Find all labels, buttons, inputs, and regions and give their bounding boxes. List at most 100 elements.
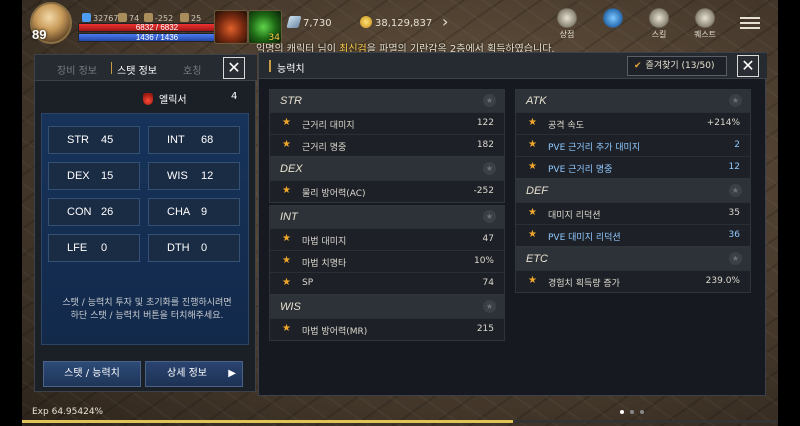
ability-value: 239.0% — [705, 276, 740, 286]
stat-con: CON 26 — [48, 198, 140, 226]
detail-info-button[interactable]: 상세 정보 ▶ — [145, 361, 243, 387]
weight-icon — [180, 13, 189, 22]
favorite-star-icon[interactable]: ★ — [282, 117, 291, 128]
key-icon — [118, 13, 127, 22]
favorite-star-icon[interactable]: ★ — [528, 275, 537, 286]
close-left-panel-button[interactable]: ✕ — [223, 57, 245, 79]
favorite-star-icon[interactable]: ★ — [282, 139, 291, 150]
elixir-label: 엘릭서 — [143, 91, 187, 106]
elixir-count: 4 — [231, 91, 238, 102]
ability-row: ★ 근거리 명중 182 — [270, 134, 504, 156]
ability-value: -252 — [473, 186, 494, 196]
chevron-right-icon[interactable]: › — [442, 12, 448, 31]
section-title: ETC — [526, 253, 548, 265]
shop-button[interactable]: 상점 — [550, 8, 584, 40]
ability-value: +214% — [706, 118, 740, 128]
stat-str: STR 45 — [48, 126, 140, 154]
favorite-star-icon[interactable]: ★ — [528, 117, 537, 128]
ability-panel-header: 능력치 ✔ 즐겨찾기 (13/50) — [259, 53, 767, 79]
ability-value: 182 — [476, 140, 494, 150]
favorites-button[interactable]: ✔ 즐겨찾기 (13/50) — [627, 56, 727, 76]
hp-bar: 6832 / 6832 — [78, 23, 236, 32]
ability-value: 215 — [476, 324, 494, 334]
tab-equipment-info[interactable]: 장비 정보 — [57, 62, 97, 77]
event-button[interactable] — [596, 8, 630, 29]
ability-label: 마법 치명타 — [302, 259, 347, 269]
section-header: WIS ★ — [270, 296, 504, 318]
shop-icon — [556, 8, 578, 28]
favorite-star-icon[interactable]: ★ — [282, 323, 291, 334]
play-arrow-icon: ▶ — [228, 368, 236, 379]
close-icon: ✕ — [227, 58, 241, 77]
ability-section-etc: ETC ★ ★ 경험치 획득량 증가 239.0% — [515, 247, 751, 293]
quest-button[interactable]: 퀘스트 — [688, 8, 722, 40]
tab-title[interactable]: 호칭 — [183, 62, 201, 77]
favorite-star-icon[interactable]: ★ — [483, 300, 496, 313]
ability-row: ★ SP 74 — [270, 272, 504, 294]
ability-label: PVE 근거리 명중 — [548, 165, 613, 175]
page-indicator — [620, 410, 660, 416]
gold-currency: 38,129,837 — [360, 16, 432, 29]
ability-label: SP — [302, 278, 314, 288]
section-header: DEF ★ — [516, 180, 750, 202]
ability-section-int: INT ★ ★ 마법 대미지 47 ★ 마법 치명타 10% ★ SP 74 — [269, 205, 505, 295]
section-title: STR — [280, 95, 302, 107]
section-header: DEX ★ — [270, 158, 504, 180]
silver-currency: 7,730 — [286, 16, 332, 29]
stat-dex: DEX 15 — [48, 162, 140, 190]
ability-label: 마법 방어력(MR) — [302, 327, 368, 337]
ability-label: 공격 속도 — [548, 121, 584, 131]
ability-value: 36 — [728, 230, 740, 240]
title-accent — [269, 60, 271, 72]
gold-coin-icon — [360, 16, 372, 28]
close-ability-panel-button[interactable]: ✕ — [737, 55, 759, 77]
section-header: INT ★ — [270, 206, 504, 228]
tab-separator — [111, 62, 112, 74]
elixir-potion-icon — [143, 93, 153, 105]
stat-ability-button[interactable]: 스탯 / 능력치 — [43, 361, 141, 387]
mp-text: 1436 / 1436 — [135, 33, 179, 42]
favorite-star-icon[interactable]: ★ — [528, 207, 537, 218]
favorite-star-icon[interactable]: ★ — [483, 210, 496, 223]
skill-button[interactable]: 스킬 — [642, 8, 676, 40]
lawful-icon — [144, 13, 153, 22]
section-title: WIS — [280, 301, 301, 313]
ability-value: 10% — [473, 256, 494, 266]
favorite-star-icon[interactable]: ★ — [528, 139, 537, 150]
ability-label: 경험치 획득량 증가 — [548, 279, 620, 289]
quickslot-potion[interactable] — [214, 10, 248, 44]
favorite-star-icon[interactable]: ★ — [729, 252, 742, 265]
section-title: DEX — [280, 163, 303, 175]
ability-section-str: STR ★ ★ 근거리 대미지 122 ★ 근거리 명중 182 — [269, 89, 505, 157]
favorite-star-icon[interactable]: ★ — [528, 161, 537, 172]
favorite-star-icon[interactable]: ★ — [282, 277, 291, 288]
favorite-star-icon[interactable]: ★ — [483, 162, 496, 175]
favorite-star-icon[interactable]: ★ — [483, 94, 496, 107]
ability-value: 2 — [734, 140, 740, 150]
stat-dth: DTH 0 — [148, 234, 240, 262]
ability-label: PVE 대미지 리덕션 — [548, 233, 621, 243]
tab-stat-info[interactable]: 스탯 정보 — [117, 62, 157, 77]
gem-icon — [82, 13, 91, 22]
ability-section-dex: DEX ★ ★ 물리 방어력(AC) -252 — [269, 157, 505, 203]
favorite-star-icon[interactable]: ★ — [729, 184, 742, 197]
stat-hint-text: 스탯 / 능력치 투자 및 초기화를 진행하시려면 하단 스탯 / 능력치 버튼… — [62, 298, 232, 321]
exp-readout: Exp 64.95424% — [32, 407, 104, 417]
event-icon — [602, 8, 624, 28]
exp-bar-fill — [22, 420, 514, 423]
ability-value: 35 — [728, 208, 740, 218]
favorite-star-icon[interactable]: ★ — [282, 185, 291, 196]
ability-row: ★ PVE 근거리 명중 12 — [516, 156, 750, 178]
favorite-star-icon[interactable]: ★ — [282, 255, 291, 266]
quickslot-herb[interactable]: 34 — [248, 10, 282, 44]
favorite-star-icon[interactable]: ★ — [528, 229, 537, 240]
ability-value: 47 — [482, 234, 494, 244]
stat-chip-key: 74 — [118, 13, 139, 23]
ability-section-atk: ATK ★ ★ 공격 속도 +214% ★ PVE 근거리 추가 대미지 2 ★ PVE 근거리 … — [515, 89, 751, 179]
exp-bar — [22, 420, 778, 423]
mp-bar: 1436 / 1436 — [78, 33, 236, 42]
section-header: ATK ★ — [516, 90, 750, 112]
favorite-star-icon[interactable]: ★ — [729, 94, 742, 107]
favorite-star-icon[interactable]: ★ — [282, 233, 291, 244]
menu-icon[interactable] — [740, 14, 760, 32]
